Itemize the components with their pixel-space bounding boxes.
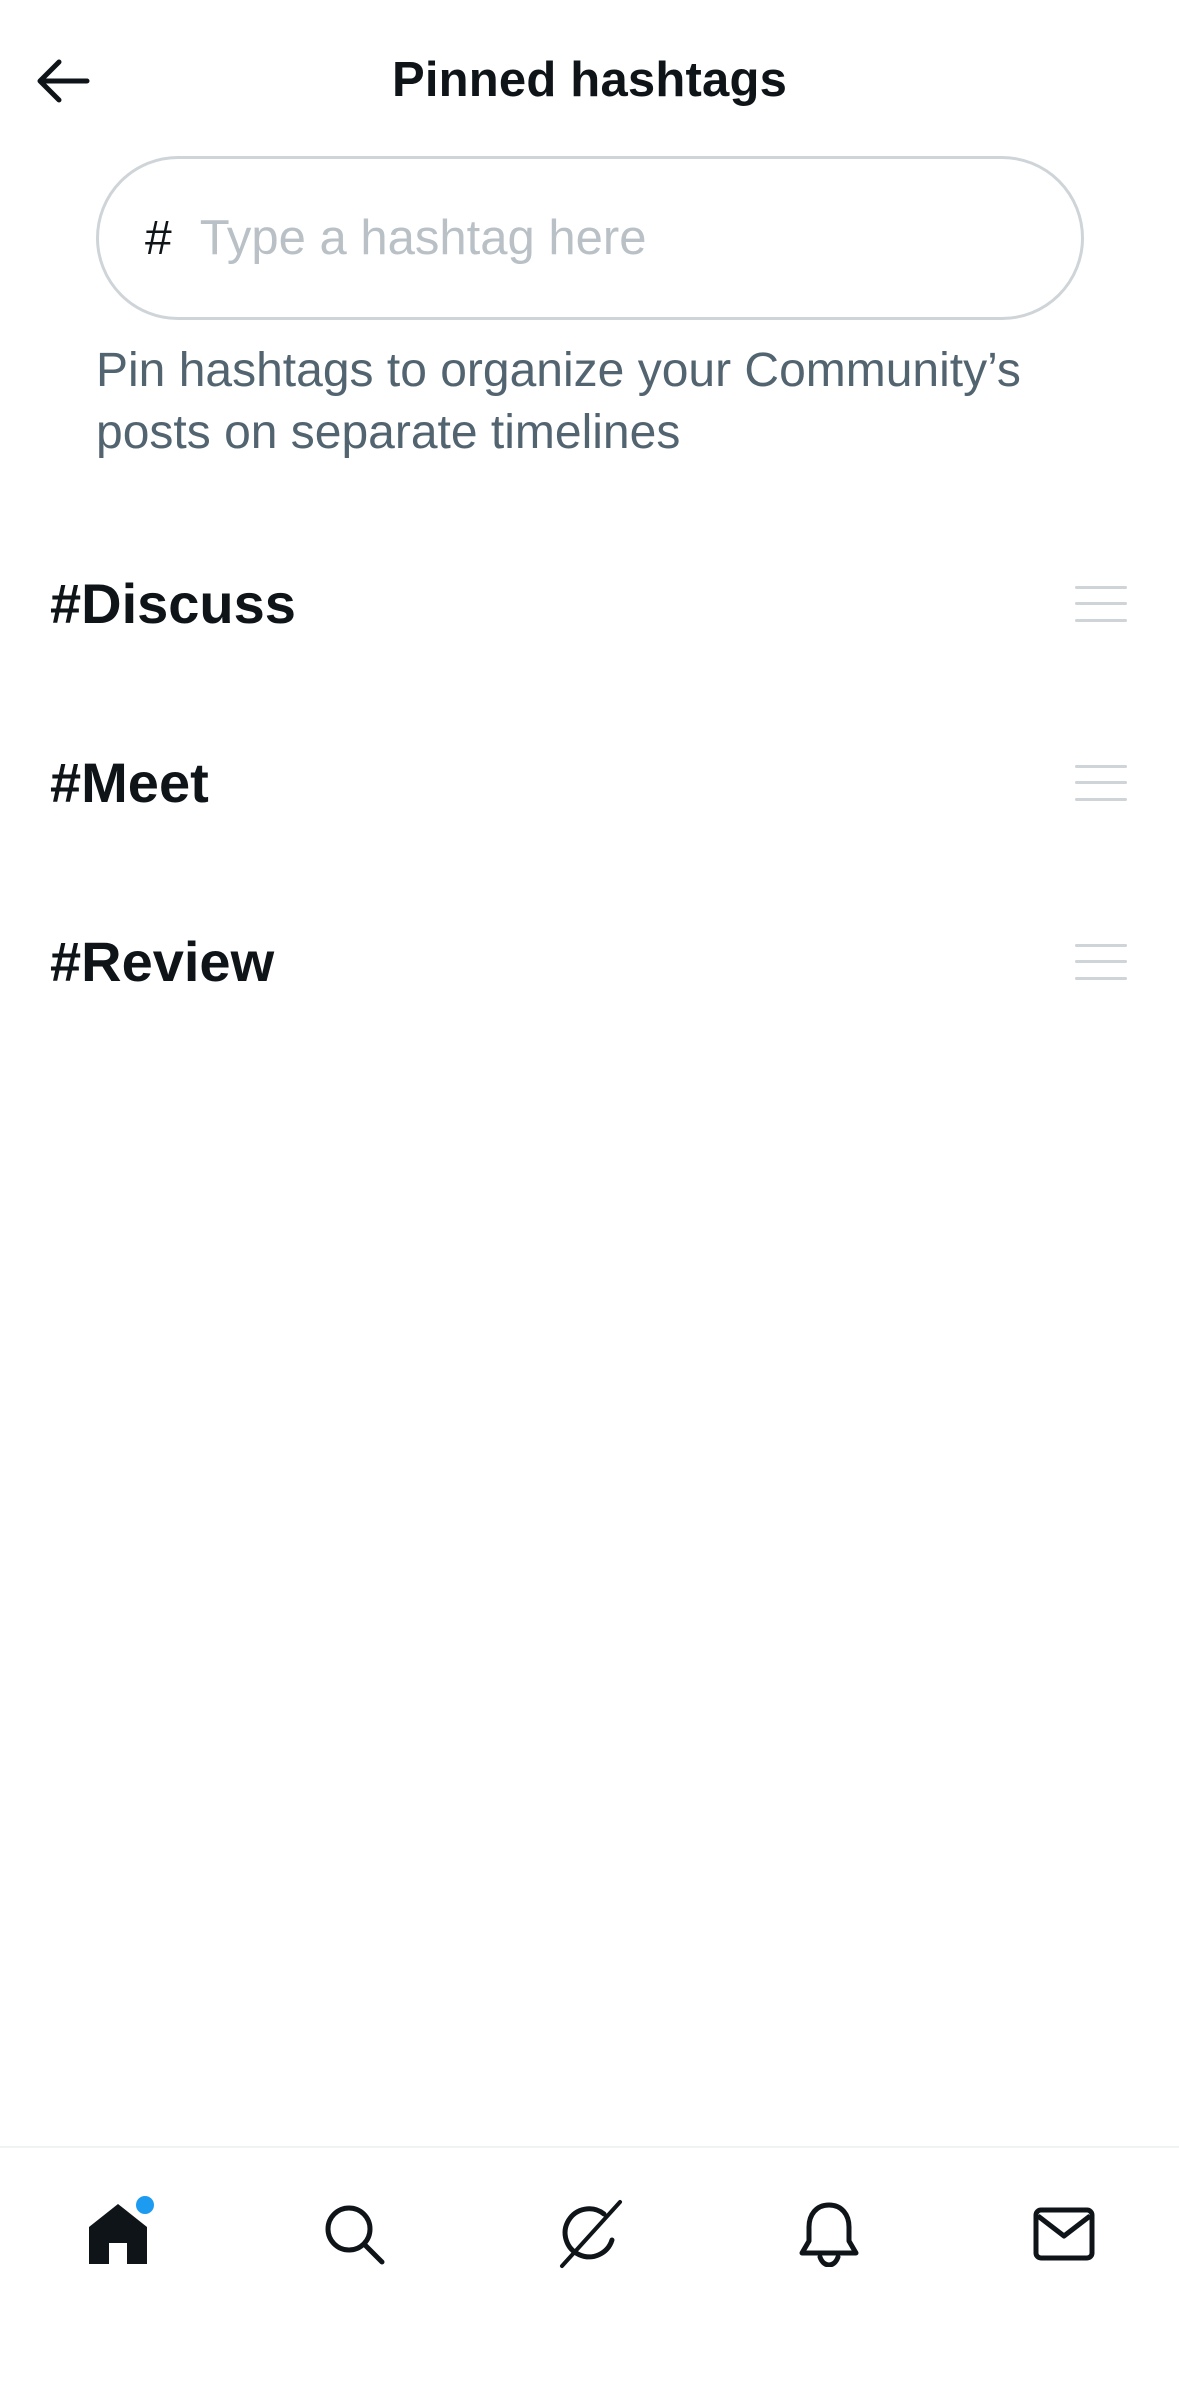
nav-notifications[interactable] xyxy=(779,2184,879,2284)
search-icon xyxy=(325,2205,385,2265)
pinned-hashtags-screen: Pinned hashtags # Pin hashtags to organi… xyxy=(0,0,1179,2396)
drag-handle-icon[interactable] xyxy=(1075,943,1127,980)
hashtag-label: #Meet xyxy=(50,751,209,814)
drag-handle-icon[interactable] xyxy=(1075,585,1127,622)
bottom-nav xyxy=(0,2146,1179,2396)
grok-icon xyxy=(560,2200,622,2268)
hashtag-row-review[interactable]: #Review xyxy=(0,872,1179,1051)
hashtag-input[interactable] xyxy=(199,210,960,266)
hashtag-row-discuss[interactable]: #Discuss xyxy=(0,514,1179,693)
hashtag-input-container[interactable]: # xyxy=(96,156,1084,320)
hash-prefix: # xyxy=(145,211,172,265)
nav-grok[interactable] xyxy=(540,2184,640,2284)
helper-text: Pin hashtags to organize your Community’… xyxy=(96,344,1021,459)
bell-icon xyxy=(799,2202,859,2267)
hashtag-label: #Review xyxy=(50,930,275,993)
notification-dot xyxy=(136,2196,154,2214)
hashtag-row-meet[interactable]: #Meet xyxy=(0,693,1179,872)
drag-handle-icon[interactable] xyxy=(1075,764,1127,801)
pinned-hashtag-list: #Discuss #Meet #Review xyxy=(0,514,1179,1051)
nav-search[interactable] xyxy=(304,2184,404,2284)
nav-home[interactable] xyxy=(68,2184,168,2284)
nav-messages[interactable] xyxy=(1014,2184,1114,2284)
page-title: Pinned hashtags xyxy=(391,53,788,107)
mail-icon xyxy=(1033,2207,1095,2261)
header: Pinned hashtags xyxy=(0,0,1179,160)
hashtag-label: #Discuss xyxy=(50,572,296,635)
